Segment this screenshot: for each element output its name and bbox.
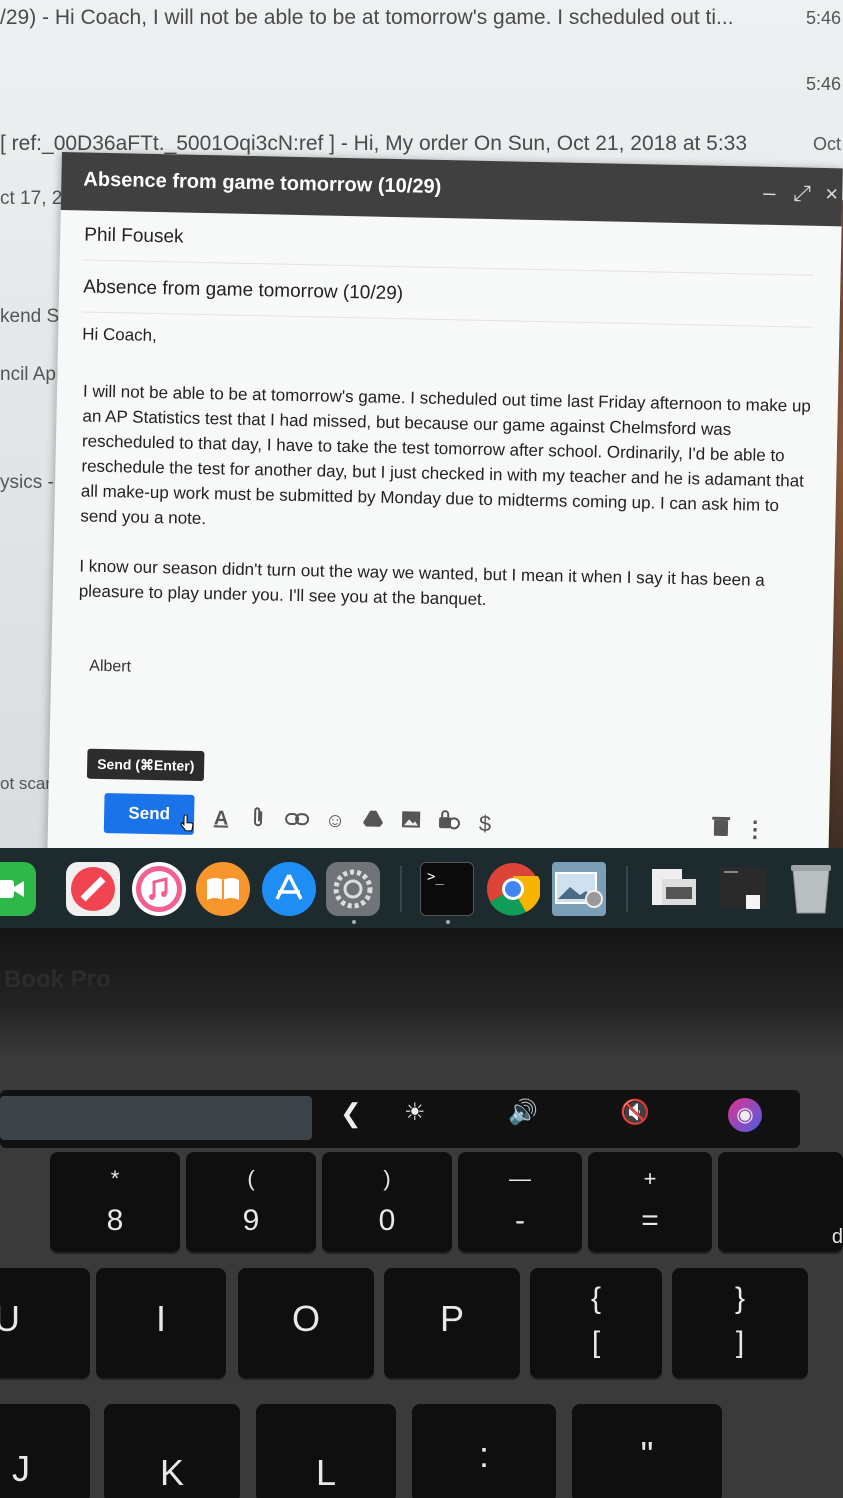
touch-bar-back-icon[interactable]: ❮ [340,1098,362,1129]
formatting-icon[interactable]: A [208,805,235,832]
subject-text: Absence from game tomorrow (10/29) [82,276,404,305]
key-9[interactable]: ( 9 [186,1152,316,1254]
laptop-bezel: Book Pro [0,928,843,1058]
minimize-icon[interactable]: – [763,180,776,205]
key-0[interactable]: ) 0 [322,1152,452,1254]
chrome-icon[interactable] [486,862,540,916]
body-paragraph: I know our season didn't turn out the wa… [78,556,765,609]
screen: /29) - Hi Coach, I will not be able to b… [0,0,843,860]
hand-cursor-icon [180,814,194,832]
key-equals-main: = [641,1204,659,1237]
key-l[interactable]: L [256,1404,396,1498]
key-k-label: K [159,1452,184,1493]
key-k[interactable]: K [104,1404,240,1498]
dock-separator [626,866,628,912]
touch-bar: ❮ ☀ 🔊 🔇 ◉ [0,1090,800,1148]
touch-bar-esc-area[interactable] [0,1096,312,1140]
more-options-icon[interactable]: ⋮ [742,816,769,843]
key-l-label: L [315,1452,337,1493]
key-p[interactable]: P [384,1268,520,1380]
volume-icon[interactable]: 🔊 [508,1098,538,1127]
ibooks-icon[interactable] [196,862,250,916]
key-u[interactable]: U [0,1268,90,1380]
terminal-icon[interactable]: >_ [420,862,474,916]
key-i[interactable]: I [96,1268,226,1380]
key-semicolon[interactable]: : [412,1404,556,1498]
key-right-bracket-main: ] [735,1326,745,1359]
key-left-bracket[interactable]: { [ [530,1268,662,1380]
brightness-icon[interactable]: ☀ [404,1098,426,1127]
trash-icon[interactable] [784,862,838,916]
key-8-main: 8 [106,1204,124,1237]
send-tooltip: Send (⌘Enter) [86,748,205,782]
app-store-icon[interactable] [262,862,316,916]
key-o-label: O [291,1298,320,1339]
facetime-icon[interactable] [0,862,36,916]
key-right-bracket[interactable]: } ] [672,1268,808,1380]
photo-icon[interactable] [398,809,425,836]
documents-stack-icon[interactable] [646,862,700,916]
key-i-label: I [155,1298,166,1339]
key-minus-shift: — [509,1166,531,1191]
expand-icon[interactable]: ⤢ [793,180,811,205]
preview-icon[interactable] [552,862,606,916]
key-delete[interactable]: d [718,1152,843,1254]
inbox-fragment[interactable]: ct 17, 2 [0,188,62,210]
drive-icon[interactable] [360,808,387,835]
model-label: Book Pro [4,966,111,993]
key-j-label: J [12,1448,30,1489]
confidential-icon[interactable] [436,810,463,837]
key-9-main: 9 [242,1204,260,1237]
key-9-shift: ( [247,1166,255,1191]
key-j[interactable]: J [0,1404,90,1498]
key-left-bracket-main: [ [591,1326,601,1359]
message-body[interactable]: I will not be able to be at tomorrow's g… [78,378,819,643]
key-8[interactable]: * 8 [50,1152,180,1254]
compose-title: Absence from game tomorrow (10/29) [83,168,442,198]
key-equals-shift: + [643,1166,657,1191]
key-equals[interactable]: + = [588,1152,712,1254]
key-o[interactable]: O [238,1268,374,1380]
news-icon[interactable] [66,862,120,916]
key-minus[interactable]: — - [458,1152,582,1254]
inbox-time: Oct [812,134,841,154]
mute-icon[interactable]: 🔇 [620,1098,650,1127]
key-0-shift: ) [383,1166,391,1191]
dock: >_ [0,848,843,928]
key-delete-label: d [831,1226,843,1248]
inbox-snippet: /29) - Hi Coach, I will not be able to b… [0,6,734,29]
key-p-label: P [439,1298,464,1339]
key-minus-main: - [515,1204,525,1237]
siri-icon[interactable]: ◉ [728,1098,762,1132]
downloads-stack-icon[interactable] [716,862,770,916]
itunes-icon[interactable] [132,862,186,916]
key-right-bracket-shift: } [734,1282,746,1315]
body-paragraph: I will not be able to be at tomorrow's g… [80,381,812,529]
emoji-icon[interactable]: ☺ [322,808,349,835]
compose-window: Absence from game tomorrow (10/29) – ⤢ ×… [47,152,843,860]
inbox-row[interactable]: 5:46 [0,66,843,106]
key-quote[interactable]: " [572,1404,722,1498]
system-preferences-icon[interactable] [326,862,380,916]
key-0-main: 0 [378,1204,396,1237]
greeting: Hi Coach, [81,324,158,346]
running-indicator [446,920,450,924]
recipient-name: Phil Fousek [84,224,184,248]
running-indicator [352,920,356,924]
key-u-label: U [0,1298,20,1339]
inbox-row[interactable]: /29) - Hi Coach, I will not be able to b… [0,0,843,40]
inbox-time: 5:46 [805,8,841,28]
key-quote-label: " [640,1434,654,1475]
link-icon[interactable] [284,807,311,834]
key-left-bracket-shift: { [590,1282,602,1315]
money-icon[interactable]: $ [472,811,499,838]
attach-icon[interactable] [246,806,273,833]
close-icon[interactable]: × [825,181,838,206]
key-8-shift: * [110,1166,120,1191]
dock-separator [400,866,402,912]
inbox-time: 5:46 [805,74,841,94]
trash-icon[interactable] [708,816,735,843]
signature: Albert [89,657,132,676]
key-semicolon-label: : [478,1434,489,1475]
